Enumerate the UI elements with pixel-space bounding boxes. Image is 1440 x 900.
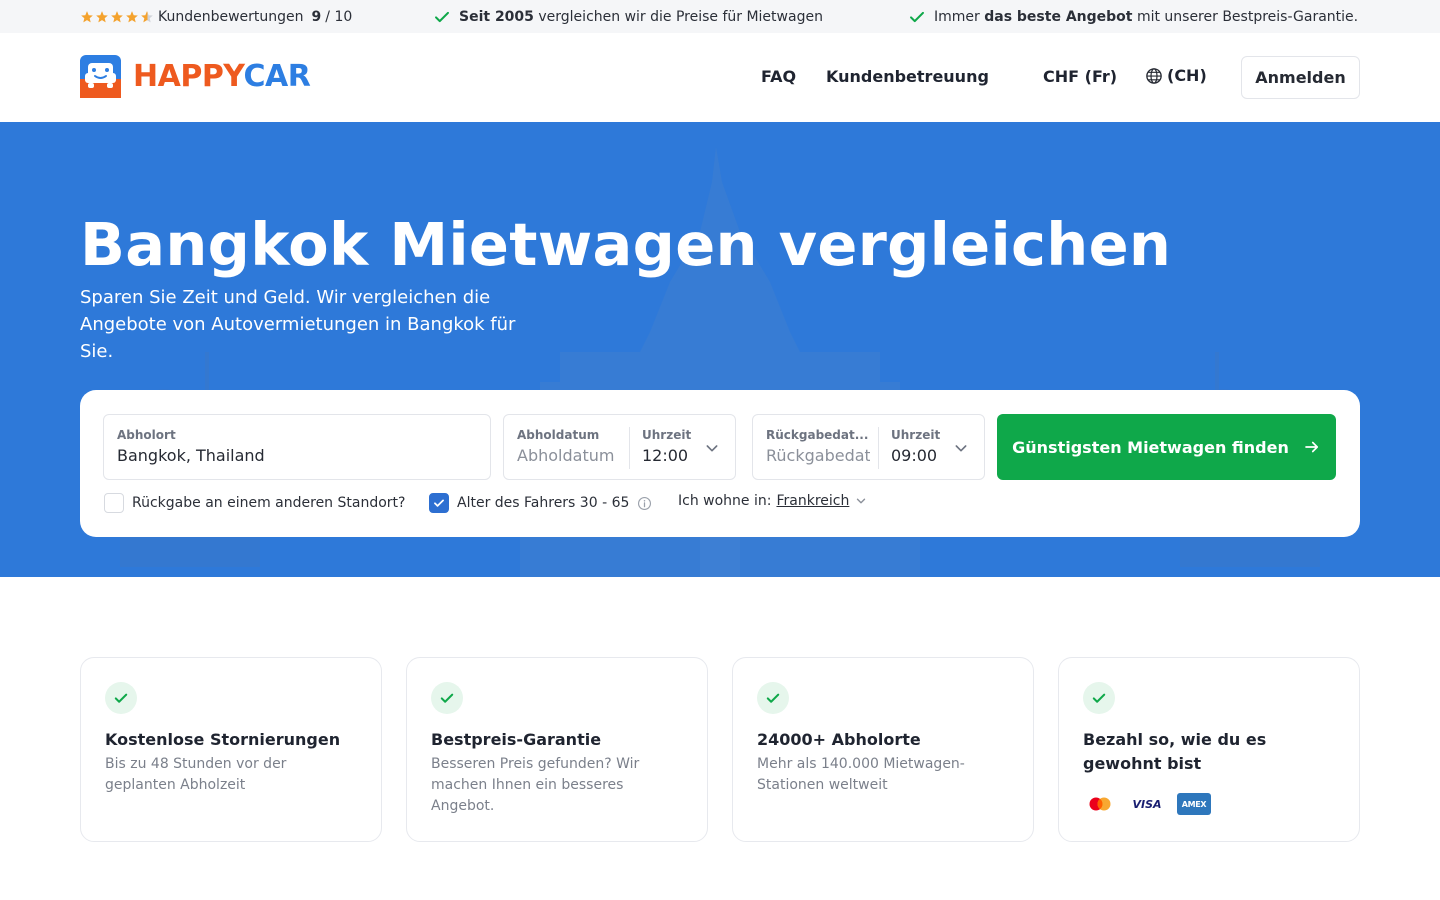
star-icon	[81, 10, 93, 22]
feature-card-locations: 24000+ Abholorte Mehr als 140.000 Mietwa…	[732, 657, 1034, 842]
hero-subtitle: Sparen Sie Zeit und Geld. Wir vergleiche…	[80, 287, 516, 362]
feature-card-best-price: Bestpreis-Garantie Besseren Preis gefund…	[406, 657, 708, 842]
search-form: Abholort Bangkok, Thailand Abholdatum Ab…	[80, 390, 1360, 537]
feature-title: Kostenlose Stornierungen	[105, 730, 341, 749]
globe-icon	[1146, 67, 1162, 84]
logo-car-icon	[80, 55, 121, 98]
feature-title: 24000+ Abholorte	[757, 730, 921, 749]
check-badge	[1083, 682, 1115, 714]
pickup-location-field[interactable]: Abholort Bangkok, Thailand	[103, 414, 491, 480]
best-pre: Immer	[934, 8, 980, 25]
check-icon	[1092, 693, 1106, 703]
currency-selector[interactable]: CHF (Fr)	[1043, 67, 1117, 86]
check-badge	[757, 682, 789, 714]
search-options: Rückgabe an einem anderen Standort? Alte…	[104, 493, 904, 513]
since-text: vergleichen wir die Preise für Mietwagen	[538, 8, 823, 25]
residence-country[interactable]: Frankreich	[776, 493, 849, 509]
feature-title: Bezahl so, wie du es gewohnt bist	[1083, 730, 1267, 773]
pickup-time-value: 12:00	[642, 446, 689, 465]
check-icon	[910, 11, 924, 22]
since-claim: Seit 2005 vergleichen wir die Preise für…	[433, 0, 823, 33]
check-badge	[105, 682, 137, 714]
driver-age-checkbox[interactable]	[429, 493, 449, 513]
return-datetime-field: Rückgabedat... Rückgabedat Uhrzeit 09:00	[752, 414, 985, 480]
feature-card-payment: Bezahl so, wie du es gewohnt bist VISA A…	[1058, 657, 1360, 842]
pickup-date-label: Abholdatum	[517, 428, 600, 442]
return-date-placeholder: Rückgabedat	[766, 446, 870, 465]
arrow-right-icon	[1305, 441, 1318, 453]
mastercard-icon	[1083, 793, 1117, 815]
info-icon[interactable]	[637, 496, 652, 511]
pickup-time-label: Uhrzeit	[642, 428, 692, 442]
check-badge	[431, 682, 463, 714]
driver-age-label: Alter des Fahrers 30 - 65	[457, 495, 630, 511]
nav-faq[interactable]: FAQ	[761, 67, 796, 86]
pickup-date-field[interactable]: Abholdatum Abholdatum	[504, 415, 629, 479]
residence-label: Ich wohne in:	[678, 493, 772, 509]
logo-wordmark: HAPPYCAR	[133, 59, 311, 94]
feature-title: Bestpreis-Garantie	[431, 730, 602, 749]
driver-age-option[interactable]: Alter des Fahrers 30 - 65	[429, 493, 652, 513]
best-price-claim: Immer das beste Angebot mit unserer Best…	[908, 0, 1358, 33]
since-bold: Seit 2005	[459, 8, 534, 25]
return-time-value: 09:00	[891, 446, 938, 465]
pickup-location-label: Abholort	[117, 428, 176, 442]
hero-title: Bangkok Mietwagen vergleichen	[80, 210, 1172, 279]
rating-summary: Kundenbewertungen 9 / 10	[80, 0, 352, 33]
star-icon	[111, 10, 123, 22]
find-cheapest-car-button[interactable]: Günstigsten Mietwagen finden	[997, 414, 1336, 480]
star-icon	[96, 10, 108, 22]
check-icon	[434, 499, 444, 507]
feature-description: Bis zu 48 Stunden vor der geplanten Abho…	[105, 756, 287, 793]
other-location-option[interactable]: Rückgabe an einem anderen Standort?	[104, 493, 405, 513]
return-time-label: Uhrzeit	[891, 428, 941, 442]
pickup-datetime-field: Abholdatum Abholdatum Uhrzeit 12:00	[503, 414, 736, 480]
pickup-date-placeholder: Abholdatum	[517, 446, 615, 465]
residence-selector[interactable]: Ich wohne in: Frankreich	[678, 493, 868, 509]
feature-description: Besseren Preis gefunden? Wir machen Ihne…	[431, 756, 640, 814]
nav-customer-service[interactable]: Kundenbetreuung	[826, 67, 989, 86]
return-date-label: Rückgabedat...	[766, 428, 869, 442]
return-date-field[interactable]: Rückgabedat... Rückgabedat	[753, 415, 878, 479]
logo-happy: HAPPY	[133, 59, 244, 94]
language-label: (CH)	[1167, 66, 1207, 85]
pickup-time-field[interactable]: Uhrzeit 12:00	[629, 427, 735, 469]
star-icon	[126, 10, 138, 22]
language-selector[interactable]: (CH)	[1145, 66, 1207, 85]
feature-card-free-cancellation: Kostenlose Stornierungen Bis zu 48 Stund…	[80, 657, 382, 842]
check-icon	[435, 11, 449, 22]
find-button-label: Günstigsten Mietwagen finden	[1012, 437, 1289, 457]
star-half-icon	[141, 10, 153, 22]
rating-label: Kundenbewertungen	[158, 8, 304, 25]
hero-section: Bangkok Mietwagen vergleichen Sparen Sie…	[0, 122, 1440, 577]
rating-stars	[80, 10, 154, 24]
return-time-field[interactable]: Uhrzeit 09:00	[878, 427, 984, 469]
best-text: mit unserer Bestpreis-Garantie.	[1136, 8, 1359, 25]
chevron-down-icon	[857, 498, 866, 504]
feature-description: Mehr als 140.000 Mietwagen-Stationen wel…	[757, 756, 965, 793]
amex-icon: AMEX	[1177, 793, 1211, 815]
visa-icon: VISA	[1132, 797, 1162, 811]
check-icon	[766, 693, 780, 703]
top-info-bar: Kundenbewertungen 9 / 10 Seit 2005 vergl…	[0, 0, 1440, 33]
other-location-checkbox[interactable]	[104, 493, 124, 513]
check-icon	[440, 693, 454, 703]
check-icon	[114, 693, 128, 703]
best-bold: das beste Angebot	[984, 8, 1133, 25]
chevron-down-icon	[706, 445, 718, 452]
login-button[interactable]: Anmelden	[1241, 56, 1360, 99]
logo[interactable]: HAPPYCAR	[80, 55, 311, 98]
site-header: HAPPYCAR FAQ Kundenbetreuung CHF (Fr) (C…	[0, 33, 1440, 122]
other-location-label: Rückgabe an einem anderen Standort?	[132, 495, 406, 511]
rating-score: 9	[311, 8, 322, 25]
rating-scale: / 10	[325, 8, 353, 25]
payment-methods: VISA AMEX	[1083, 793, 1211, 815]
chevron-down-icon	[955, 445, 967, 452]
pickup-location-value[interactable]: Bangkok, Thailand	[117, 446, 265, 465]
logo-car: CAR	[243, 59, 311, 94]
